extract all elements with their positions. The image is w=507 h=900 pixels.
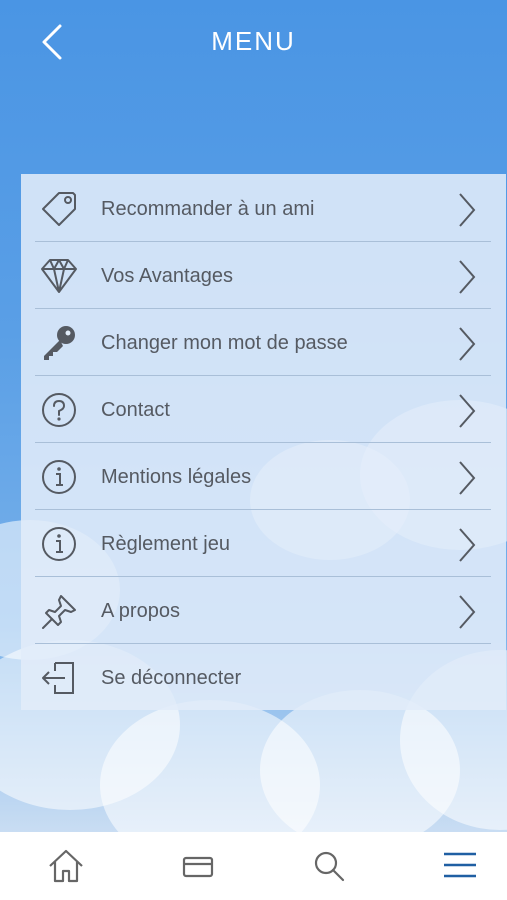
menu-screen: MENU Recommander à un ami Vos Avantages … [0,0,507,832]
info-circle-icon [39,458,79,496]
chevron-right-icon [457,393,477,429]
menu-item-recommander[interactable]: Recommander à un ami [35,174,491,242]
tab-card[interactable] [176,844,220,888]
pin-icon [39,592,79,630]
chevron-right-icon [457,259,477,295]
question-circle-icon [39,391,79,429]
search-icon [314,851,345,882]
tab-home[interactable] [44,844,88,888]
menu-item-label: Vos Avantages [101,265,233,287]
header: MENU [0,0,507,86]
chevron-right-icon [457,527,477,563]
chevron-right-icon [457,326,477,362]
hamburger-menu-icon [444,852,476,878]
page-title: MENU [211,26,296,56]
chevron-right-icon [457,460,477,496]
tab-menu[interactable] [438,844,482,888]
tag-icon [39,190,79,228]
menu-item-label: Règlement jeu [101,533,230,555]
menu-item-label: Recommander à un ami [101,198,315,220]
diamond-icon [39,257,79,295]
menu-item-label: Se déconnecter [101,667,242,689]
menu-item-mot-de-passe[interactable]: Changer mon mot de passe [35,308,491,376]
chevron-right-icon [457,594,477,630]
menu-item-label: Mentions légales [101,466,252,488]
tab-search[interactable] [307,844,351,888]
menu-item-label: A propos [101,600,180,622]
home-icon [49,849,83,883]
menu-item-avantages[interactable]: Vos Avantages [35,241,491,309]
menu-item-mentions-legales[interactable]: Mentions légales [35,442,491,510]
card-icon [182,856,214,878]
bottom-tab-bar [0,832,507,900]
menu-list: Recommander à un ami Vos Avantages Chang… [21,174,506,710]
menu-item-label: Changer mon mot de passe [101,332,348,354]
menu-item-reglement-jeu[interactable]: Règlement jeu [35,509,491,577]
menu-item-deconnecter[interactable]: Se déconnecter [35,643,491,710]
logout-icon [39,659,79,697]
chevron-right-icon [457,192,477,228]
menu-item-contact[interactable]: Contact [35,375,491,443]
key-icon [39,324,79,362]
menu-item-a-propos[interactable]: A propos [35,576,491,644]
info-circle-icon [39,525,79,563]
menu-item-label: Contact [101,399,170,421]
